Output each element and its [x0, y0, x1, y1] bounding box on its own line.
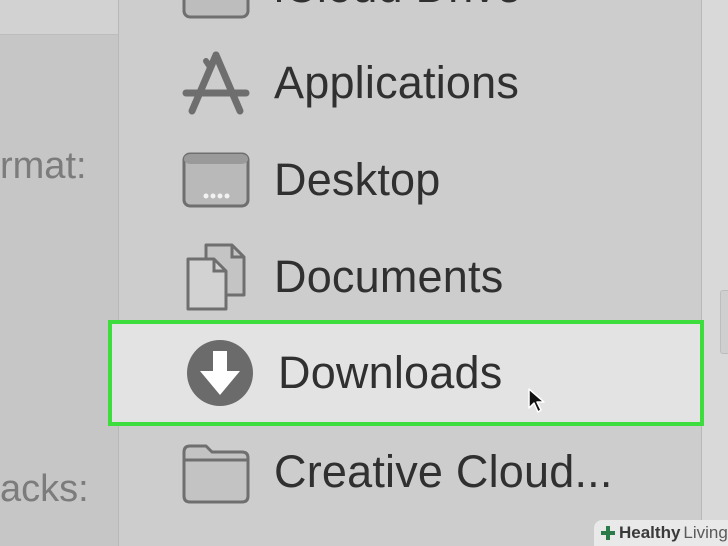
medical-cross-icon: [601, 526, 615, 540]
scroll-track: [720, 290, 728, 354]
menu-item-creative-cloud[interactable]: Creative Cloud...: [118, 423, 700, 521]
desktop-icon: [182, 152, 250, 208]
download-icon: [187, 340, 253, 406]
menu-item-label: Downloads: [278, 347, 503, 398]
watermark-text: Living: [683, 523, 728, 542]
menu-item-label: Creative Cloud...: [274, 446, 613, 497]
background-header: [0, 0, 120, 35]
menu-item-label: Documents: [274, 251, 504, 302]
mouse-cursor-icon: [528, 388, 545, 413]
menu-item-label: Applications: [274, 57, 520, 108]
menu-item-label: iCloud Drive: [274, 0, 521, 13]
format-label: rmat:: [0, 145, 87, 187]
menu-item-icloud-drive[interactable]: iCloud Drive: [118, 0, 700, 36]
watermark: Healthy Living: [594, 520, 728, 546]
folder-icon: [182, 444, 250, 504]
menu-item-applications[interactable]: Applications: [118, 34, 700, 132]
background-panel: [0, 0, 120, 546]
applications-icon: [182, 51, 250, 115]
menu-item-downloads[interactable]: Downloads: [108, 320, 704, 426]
menu-item-label: Desktop: [274, 154, 441, 205]
menu-item-desktop[interactable]: Desktop: [118, 131, 700, 229]
right-panel: [702, 0, 728, 546]
watermark-text-bold: Healthy: [619, 523, 681, 542]
menu-item-documents[interactable]: Documents: [118, 228, 700, 326]
documents-icon: [186, 243, 246, 311]
stacks-label: acks:: [0, 468, 89, 510]
cloud-folder-icon: [182, 0, 250, 19]
